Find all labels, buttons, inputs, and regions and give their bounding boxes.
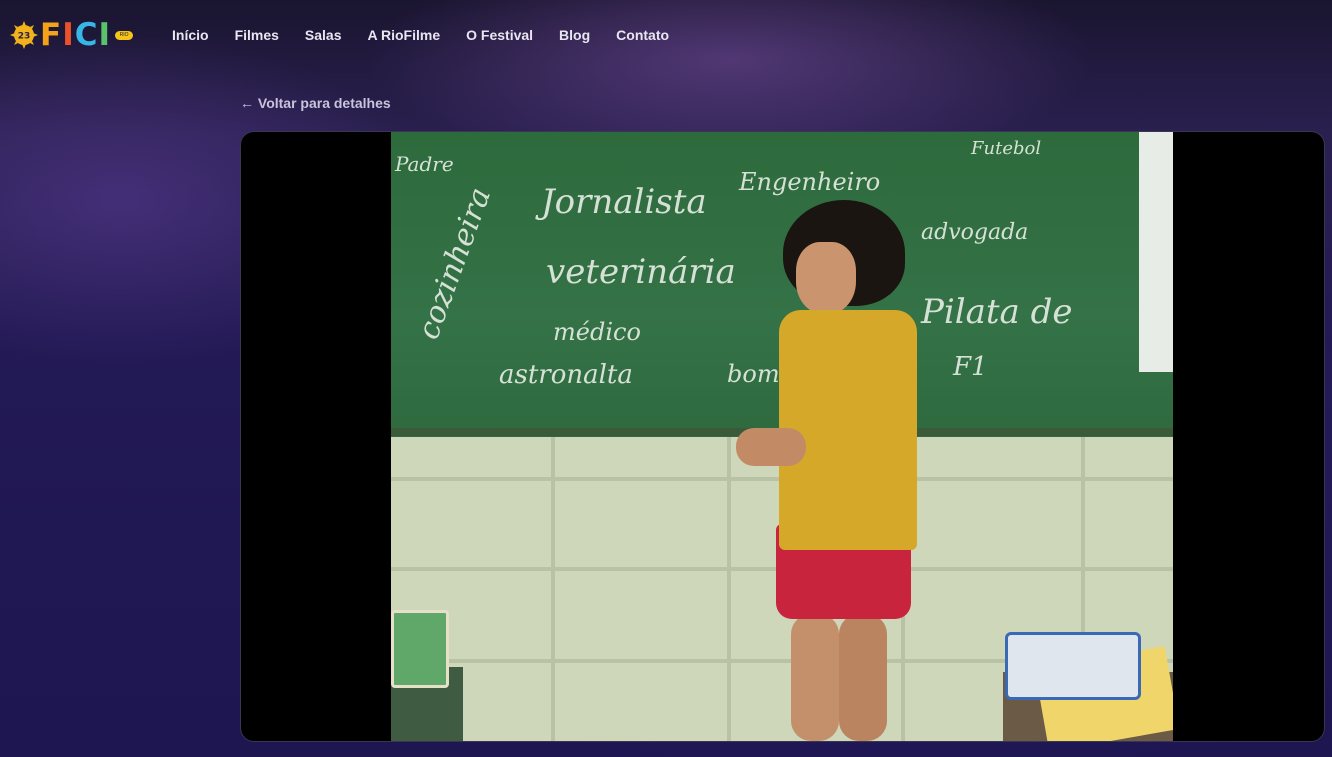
video-player[interactable]: Padre Jornalista Engenheiro veterinária … [240, 131, 1325, 742]
logo-letter: I [62, 16, 75, 53]
nav-item-riofilme[interactable]: A RioFilme [368, 27, 441, 43]
chalk-word: médico [553, 318, 641, 346]
chalk-word: cozinheira [411, 183, 499, 344]
chalk-word: Engenheiro [739, 168, 881, 196]
logo-letter: C [74, 16, 99, 53]
chalk-word: Futebol [971, 138, 1042, 159]
chalk-word: F1 [953, 352, 988, 382]
nav-item-salas[interactable]: Salas [305, 27, 342, 43]
nav-item-festival[interactable]: O Festival [466, 27, 533, 43]
pencil-box [1005, 632, 1141, 700]
wall-chart [1139, 132, 1173, 372]
person-shirt [779, 310, 917, 550]
logo-tag: RIO [115, 30, 134, 40]
logo-letter: I [98, 16, 112, 53]
sun-badge-icon: 23 [10, 21, 38, 49]
chalk-word: advogada [921, 220, 1029, 245]
person-arm [736, 428, 806, 466]
chalk-word: Jornalista [541, 182, 707, 222]
person-face [796, 242, 856, 314]
video-frame: Padre Jornalista Engenheiro veterinária … [391, 132, 1173, 741]
logo-letter: F [40, 16, 63, 53]
nav-item-contato[interactable]: Contato [616, 27, 669, 43]
person-leg [839, 614, 887, 741]
site-logo[interactable]: 23 FICI RIO [10, 16, 134, 53]
main-menu: Início Filmes Salas A RioFilme O Festiva… [172, 27, 695, 43]
nav-item-filmes[interactable]: Filmes [235, 27, 279, 43]
chalk-word: Pilata de [921, 292, 1073, 332]
tin-box [391, 610, 449, 688]
logo-wordmark: FICI [40, 16, 112, 53]
person-leg [791, 614, 839, 741]
back-to-details-link[interactable]: ← Voltar para detalhes [240, 95, 391, 111]
nav-item-inicio[interactable]: Início [172, 27, 209, 43]
chalk-word: bom [727, 360, 780, 388]
chalk-word: astronalta [499, 360, 633, 390]
nav-item-blog[interactable]: Blog [559, 27, 590, 43]
chalk-word: Padre [395, 152, 454, 176]
top-navbar: 23 FICI RIO Início Filmes Salas A RioFil… [0, 0, 1332, 70]
chalk-word: veterinária [546, 252, 736, 292]
logo-badge-text: 23 [18, 32, 31, 42]
